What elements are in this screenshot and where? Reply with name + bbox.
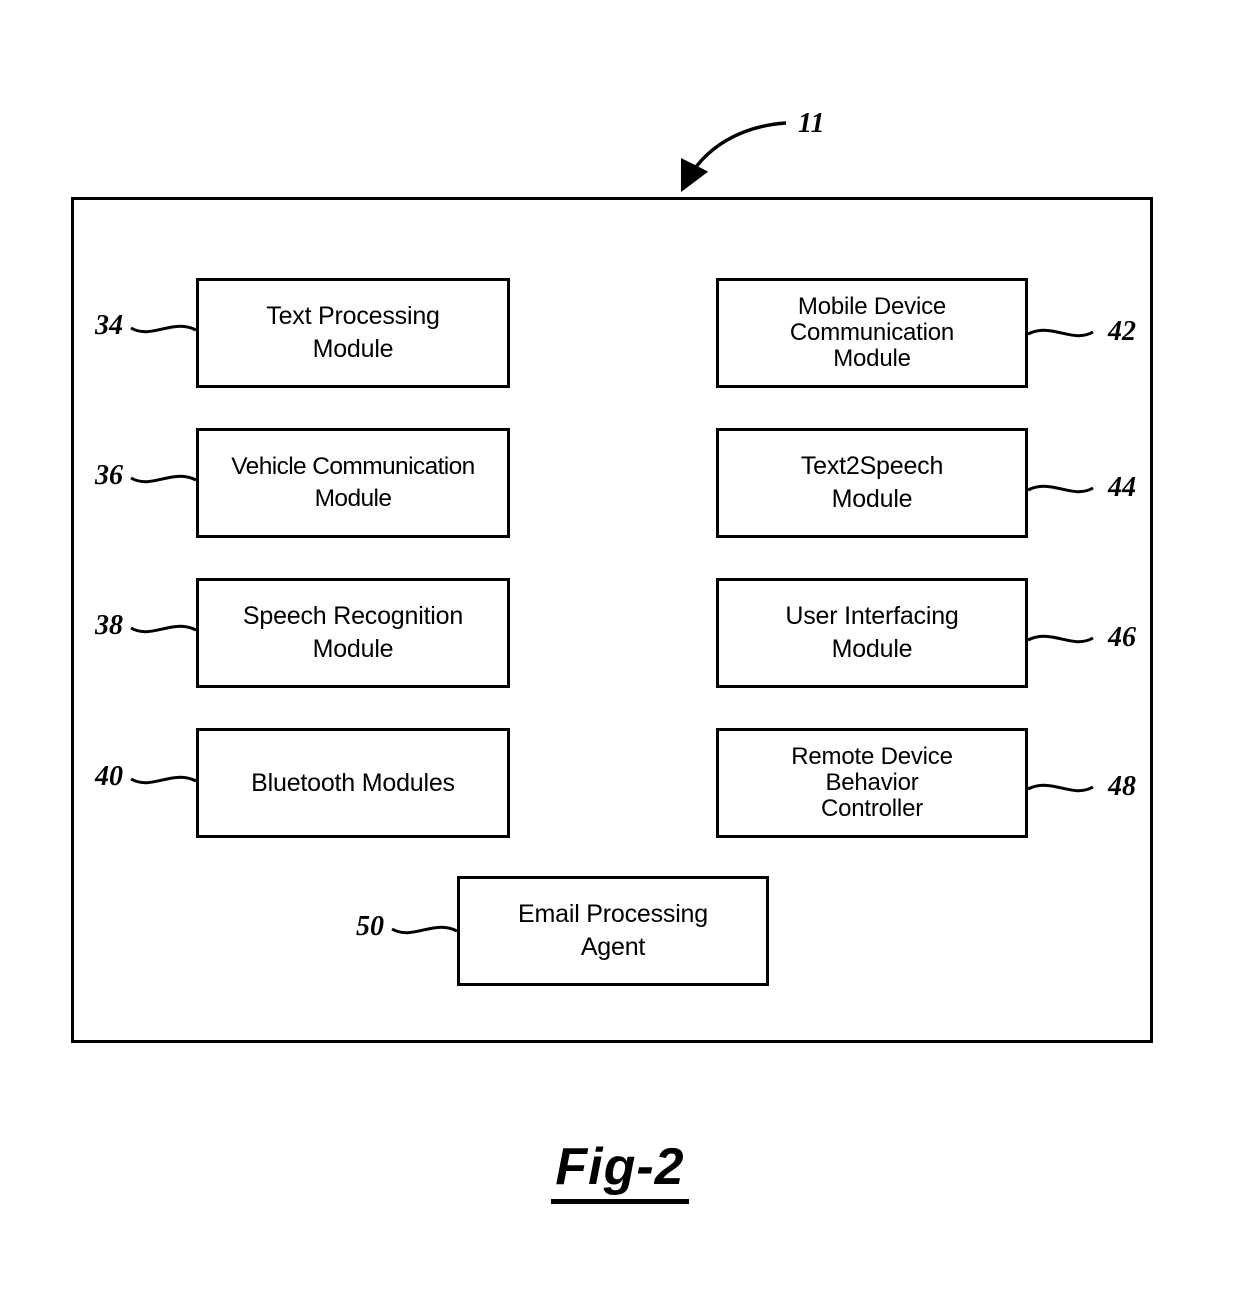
module-box-mobile-device-communication[interactable]: Mobile Device Communication Module bbox=[716, 278, 1028, 388]
ref-numeral-50: 50 bbox=[356, 911, 384, 942]
module-box-text-processing[interactable]: Text Processing Module bbox=[196, 278, 510, 388]
module-box-remote-device-behavior-controller[interactable]: Remote Device Behavior Controller bbox=[716, 728, 1028, 838]
module-label-speech-recognition: Speech Recognition Module bbox=[242, 602, 464, 663]
module-label-email-processing-agent: Email Processing Agent bbox=[518, 900, 708, 961]
module-label-remote-device-behavior-controller: Remote Device Behavior Controller bbox=[791, 743, 953, 822]
module-box-vehicle-communication[interactable]: Vehicle Communication Module bbox=[196, 428, 510, 538]
ref-numeral-44: 44 bbox=[1108, 472, 1136, 503]
module-label-bluetooth-modules: Bluetooth Modules bbox=[251, 768, 455, 797]
module-label-text2speech: Text2Speech Module bbox=[800, 452, 944, 513]
module-label-mobile-device-communication: Mobile Device Communication Module bbox=[789, 293, 955, 372]
module-box-user-interfacing[interactable]: User Interfacing Module bbox=[716, 578, 1028, 688]
figure-page: 11 Text Processing Module 34 Vehicle Com… bbox=[0, 0, 1240, 1297]
system-numeral-leader-arrow bbox=[680, 121, 787, 193]
ref-numeral-38: 38 bbox=[95, 610, 123, 641]
ref-numeral-46: 46 bbox=[1108, 622, 1136, 653]
module-box-email-processing-agent[interactable]: Email Processing Agent bbox=[457, 876, 769, 986]
module-label-text-processing: Text Processing Module bbox=[266, 302, 440, 363]
module-label-user-interfacing: User Interfacing Module bbox=[785, 602, 959, 663]
ref-numeral-36: 36 bbox=[95, 460, 123, 491]
module-box-text2speech[interactable]: Text2Speech Module bbox=[716, 428, 1028, 538]
module-label-vehicle-communication: Vehicle Communication Module bbox=[231, 452, 475, 512]
ref-numeral-42: 42 bbox=[1108, 316, 1136, 347]
ref-numeral-34: 34 bbox=[95, 310, 123, 341]
module-box-speech-recognition[interactable]: Speech Recognition Module bbox=[196, 578, 510, 688]
ref-numeral-48: 48 bbox=[1108, 771, 1136, 802]
ref-numeral-40: 40 bbox=[95, 761, 123, 792]
ref-numeral-11: 11 bbox=[798, 108, 825, 139]
module-box-bluetooth-modules[interactable]: Bluetooth Modules bbox=[196, 728, 510, 838]
